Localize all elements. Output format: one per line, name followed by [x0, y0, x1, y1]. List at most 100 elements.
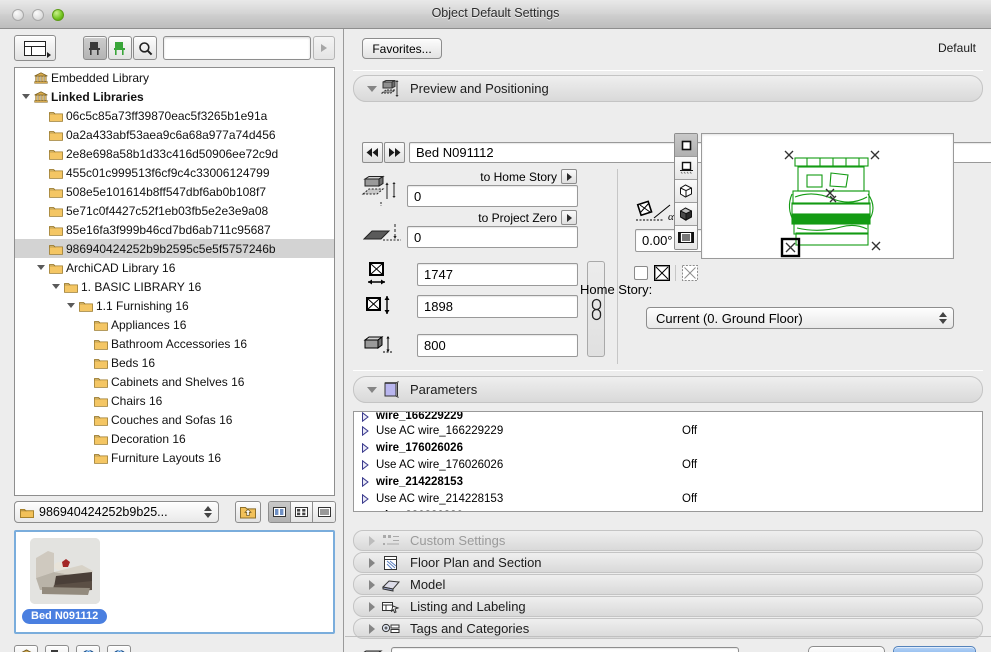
chair-green-icon[interactable] [108, 36, 132, 60]
tree-item[interactable]: 1. BASIC LIBRARY 16 [15, 277, 334, 296]
chevron-right-icon[interactable] [354, 510, 376, 511]
search-input-wrap[interactable] [163, 36, 311, 60]
tree-item[interactable]: ArchiCAD Library 16 [15, 258, 334, 277]
filmstrip-icon[interactable] [675, 226, 697, 249]
library-manager-icon[interactable] [14, 645, 38, 652]
to-home-story-popup[interactable] [561, 169, 577, 184]
width-field[interactable]: 1747 [417, 263, 578, 286]
tree-item[interactable]: Couches and Sofas 16 [15, 410, 334, 429]
tree-item-label: Chairs 16 [111, 393, 163, 408]
elevation-icon[interactable] [675, 157, 697, 180]
globe-upload-icon[interactable] [107, 645, 131, 652]
ok-button[interactable]: OK [893, 646, 976, 652]
chevron-right-icon [366, 535, 378, 546]
mirror-checkbox[interactable] [634, 266, 648, 280]
chevron-down-icon[interactable] [49, 284, 62, 289]
tree-item[interactable]: 06c5c85a73ff39870eac5f3265b1e91a [15, 106, 334, 125]
square-2d-icon[interactable] [675, 134, 697, 157]
globe-icon[interactable] [76, 645, 100, 652]
tree-item[interactable]: 0a2a433abf53aea9c6a68a977a74d456 [15, 125, 334, 144]
tree-item-label: ArchiCAD Library 16 [66, 260, 176, 275]
tree-item[interactable]: 455c01c999513f6cf9c4c33006124799 [15, 163, 334, 182]
cube-wire-icon[interactable] [675, 180, 697, 203]
chevron-down-icon [366, 85, 378, 92]
list-icon[interactable] [313, 502, 335, 522]
section-preview-and-positioning[interactable]: Preview and Positioning [353, 75, 983, 102]
chevron-right-icon[interactable] [313, 36, 335, 60]
proportion-lock-track[interactable] [587, 261, 605, 357]
parameter-name: wire_176026026 [376, 441, 463, 454]
section-model[interactable]: Model [353, 574, 983, 595]
chevron-right-icon[interactable] [354, 442, 376, 453]
tree-item[interactable]: Chairs 16 [15, 391, 334, 410]
elevation-field[interactable]: 800 [417, 334, 578, 357]
mirror-normal-icon[interactable] [653, 264, 671, 284]
folder-dropdown[interactable]: 986940424252b9b25... [14, 501, 219, 523]
tree-item[interactable]: 508e5e101614b8ff547dbf6ab0b108f7 [15, 182, 334, 201]
parameter-row[interactable]: Use AC wire_166229229 Off [354, 422, 982, 439]
section-custom-settings[interactable]: Custom Settings [353, 530, 983, 551]
search-input[interactable] [164, 37, 310, 59]
project-zero-offset-field[interactable]: 0 [407, 226, 578, 248]
list-layout-icon[interactable] [14, 35, 56, 61]
layer-dropdown[interactable]: Interior – Furniture [391, 647, 739, 652]
chevron-down-icon[interactable] [19, 94, 32, 99]
chair-black-icon[interactable] [83, 36, 107, 60]
parameter-row[interactable]: Use AC wire_214228153 Off [354, 490, 982, 507]
parameter-name: wire_166229229 [376, 412, 463, 422]
chevron-right-icon[interactable] [354, 493, 376, 504]
chevron-down-icon[interactable] [64, 303, 77, 308]
height-field[interactable]: 1898 [417, 295, 578, 318]
section-floor-plan-and-section[interactable]: Floor Plan and Section [353, 552, 983, 573]
chevron-right-icon[interactable] [354, 476, 376, 487]
mirror-flipped-icon[interactable] [682, 265, 698, 284]
chevron-right-icon[interactable] [354, 425, 376, 436]
tree-item[interactable]: Bathroom Accessories 16 [15, 334, 334, 353]
home-story-offset-field[interactable]: 0 [407, 185, 578, 207]
tree-item[interactable]: 2e8e698a58b1d33c416d50906ee72c9d [15, 144, 334, 163]
folder-up-icon[interactable] [235, 501, 261, 523]
parameter-row[interactable]: wire_166229229 [354, 412, 982, 422]
library-tree[interactable]: Embedded Library Linked Libraries 06c5c85a… [14, 67, 335, 496]
section-listing-and-labeling[interactable]: Listing and Labeling [353, 596, 983, 617]
parameter-row[interactable]: wire_214228153 [354, 473, 982, 490]
tree-item[interactable]: 5e71c0f4427c52f1eb03fb5e2e3e9a08 [15, 201, 334, 220]
chevron-right-icon[interactable] [354, 412, 376, 422]
chevron-right-icon [366, 557, 378, 568]
section-parameters[interactable]: Parameters [353, 376, 983, 403]
custom-settings-icon [378, 534, 404, 548]
tree-item[interactable]: 986940424252b9b2595c5e5f5757246b [15, 239, 334, 258]
chevron-right-icon[interactable] [354, 459, 376, 470]
tree-item[interactable]: 1.1 Furnishing 16 [15, 296, 334, 315]
prev-double-arrow-icon[interactable] [362, 142, 383, 163]
tree-item-label: 1. BASIC LIBRARY 16 [81, 279, 202, 294]
tree-item[interactable]: Furniture Layouts 16 [15, 448, 334, 467]
home-story-dropdown[interactable]: Current (0. Ground Floor) [646, 307, 954, 329]
parameter-row[interactable]: wire_220220220 [354, 507, 982, 511]
favorites-button[interactable]: Favorites... [362, 38, 442, 59]
magnifier-icon[interactable] [133, 36, 157, 60]
tree-item[interactable]: Linked Libraries [15, 87, 334, 106]
tree-item[interactable]: Appliances 16 [15, 315, 334, 334]
tree-item[interactable]: Beds 16 [15, 353, 334, 372]
parameter-list[interactable]: wire_166229229 Use AC wire_166229229 Off wi… [353, 411, 983, 512]
next-double-arrow-icon[interactable] [384, 142, 405, 163]
object-2d-preview[interactable] [701, 133, 954, 259]
chevron-updown-icon [939, 312, 947, 324]
chevron-down-icon[interactable] [34, 265, 47, 270]
cancel-button[interactable]: Cancel [808, 646, 885, 652]
folder-icon [92, 338, 109, 350]
columns-icon[interactable] [269, 502, 291, 522]
parameter-row[interactable]: wire_176026026 [354, 439, 982, 456]
tree-item[interactable]: Decoration 16 [15, 429, 334, 448]
avatar[interactable] [30, 538, 100, 604]
tree-item[interactable]: Embedded Library [15, 68, 334, 87]
tree-item[interactable]: 85e16fa3f999b46cd7bd6ab711c95687 [15, 220, 334, 239]
tree-item[interactable]: Cabinets and Shelves 16 [15, 372, 334, 391]
parameter-row[interactable]: Use AC wire_176026026 Off [354, 456, 982, 473]
object-thumbnail-area[interactable]: Bed N091112 [14, 530, 335, 634]
to-project-zero-popup[interactable] [561, 210, 577, 225]
cube-shaded-icon[interactable] [675, 203, 697, 226]
grid-icon[interactable] [291, 502, 313, 522]
chair-plus-icon[interactable] [45, 645, 69, 652]
